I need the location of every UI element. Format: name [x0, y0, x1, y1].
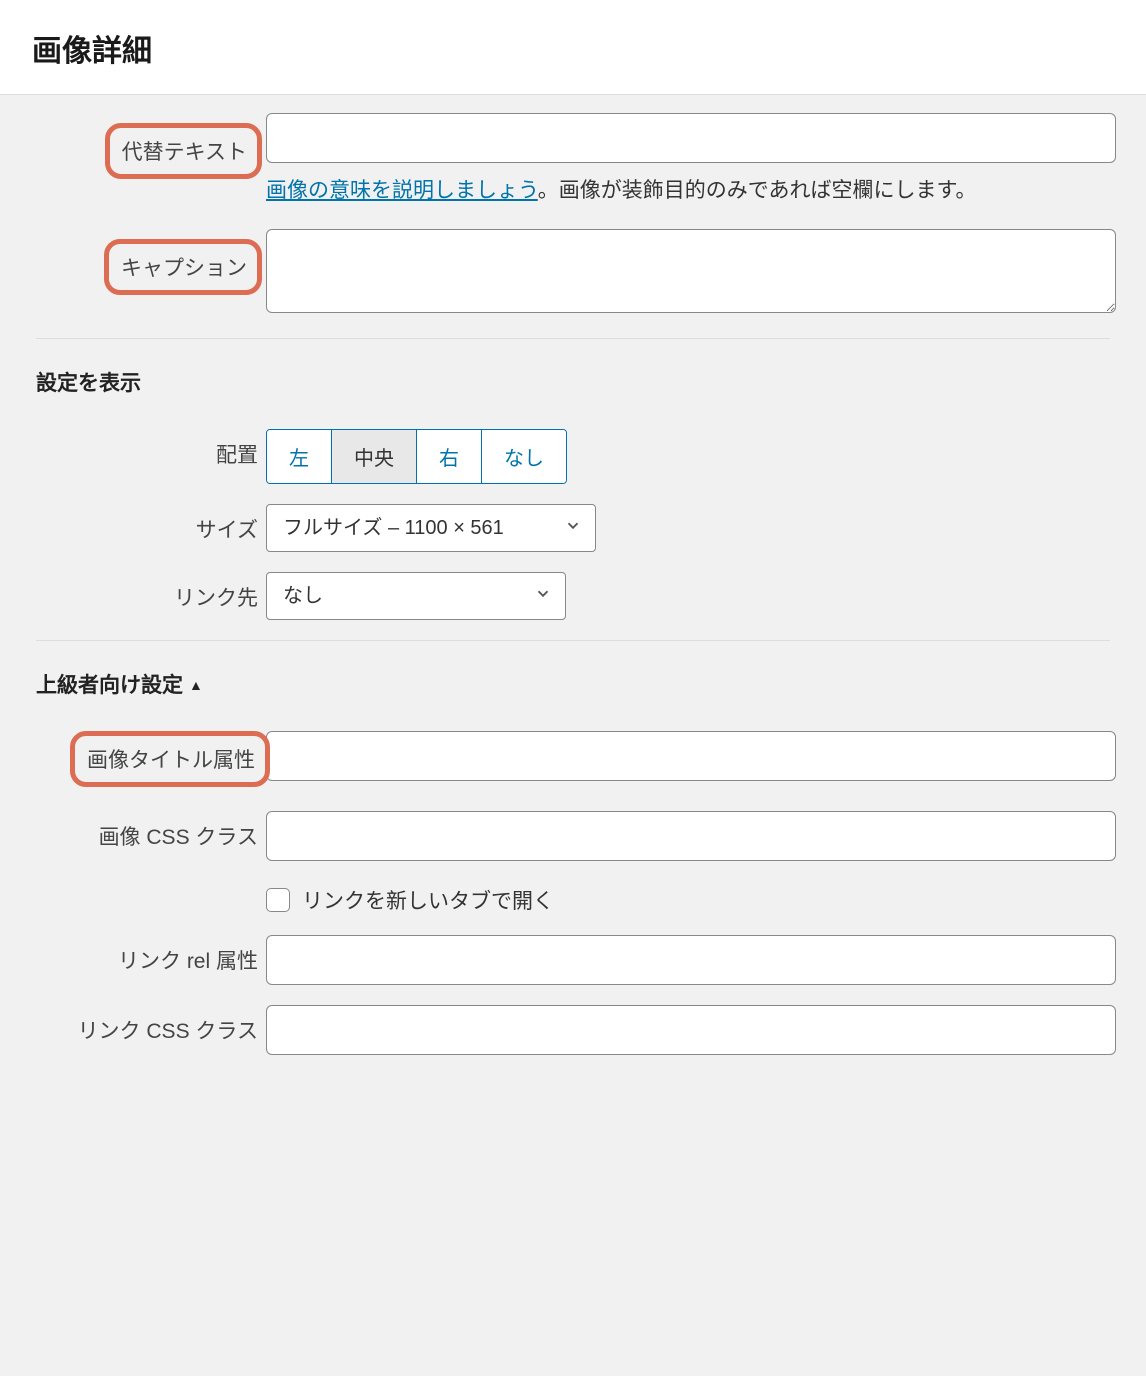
alt-text-hint-link[interactable]: 画像の意味を説明しましょう [266, 179, 538, 202]
align-button-group: 左 中央 右 なし [266, 429, 567, 484]
content: 代替テキスト 画像の意味を説明しましょう。画像が装飾目的のみであれば空欄にします… [0, 95, 1146, 1115]
image-title-input[interactable] [266, 731, 1116, 781]
align-right-button[interactable]: 右 [417, 430, 482, 483]
label-image-css: 画像 CSS クラス [0, 811, 258, 851]
row-alt-text: 代替テキスト 画像の意味を説明しましょう。画像が装飾目的のみであれば空欄にします… [0, 113, 1146, 209]
label-image-title: 画像タイトル属性 [70, 731, 270, 787]
row-image-css: 画像 CSS クラス [0, 811, 1146, 861]
align-left-button[interactable]: 左 [267, 430, 332, 483]
row-size: サイズ フルサイズ – 1100 × 561 [0, 504, 1146, 552]
label-alt-text: 代替テキスト [105, 123, 262, 179]
size-select[interactable]: フルサイズ – 1100 × 561 [266, 504, 596, 552]
display-section-title: 設定を表示 [36, 367, 1146, 397]
alt-text-hint: 画像の意味を説明しましょう。画像が装飾目的のみであれば空欄にします。 [266, 173, 1116, 209]
link-select-wrap: なし [266, 572, 566, 620]
advanced-section-toggle[interactable]: 上級者向け設定 [36, 669, 1146, 699]
page-title: 画像詳細 [32, 26, 1114, 70]
label-link-css: リンク CSS クラス [0, 1005, 258, 1045]
caption-input[interactable] [266, 229, 1116, 313]
label-link-rel: リンク rel 属性 [0, 935, 258, 975]
size-select-wrap: フルサイズ – 1100 × 561 [266, 504, 596, 552]
row-open-new-tab: リンクを新しいタブで開く [0, 881, 1146, 915]
alt-text-hint-rest: 。画像が装飾目的のみであれば空欄にします。 [538, 179, 977, 202]
open-new-tab-group: リンクを新しいタブで開く [266, 885, 1116, 915]
label-caption: キャプション [104, 239, 262, 295]
open-new-tab-checkbox[interactable] [266, 888, 290, 912]
row-link: リンク先 なし [0, 572, 1146, 620]
link-rel-input[interactable] [266, 935, 1116, 985]
link-select[interactable]: なし [266, 572, 566, 620]
row-link-rel: リンク rel 属性 [0, 935, 1146, 985]
link-css-input[interactable] [266, 1005, 1116, 1055]
divider [36, 640, 1110, 641]
row-caption: キャプション [0, 229, 1146, 318]
page-header: 画像詳細 [0, 0, 1146, 95]
row-align: 配置 左 中央 右 なし [0, 429, 1146, 484]
align-center-button[interactable]: 中央 [332, 430, 417, 483]
label-link: リンク先 [0, 572, 258, 612]
align-none-button[interactable]: なし [482, 430, 566, 483]
alt-text-input[interactable] [266, 113, 1116, 163]
label-align: 配置 [0, 429, 258, 469]
divider [36, 338, 1110, 339]
open-new-tab-label: リンクを新しいタブで開く [302, 885, 554, 915]
image-css-input[interactable] [266, 811, 1116, 861]
row-image-title: 画像タイトル属性 [0, 731, 1146, 791]
row-link-css: リンク CSS クラス [0, 1005, 1146, 1055]
label-size: サイズ [0, 504, 258, 544]
